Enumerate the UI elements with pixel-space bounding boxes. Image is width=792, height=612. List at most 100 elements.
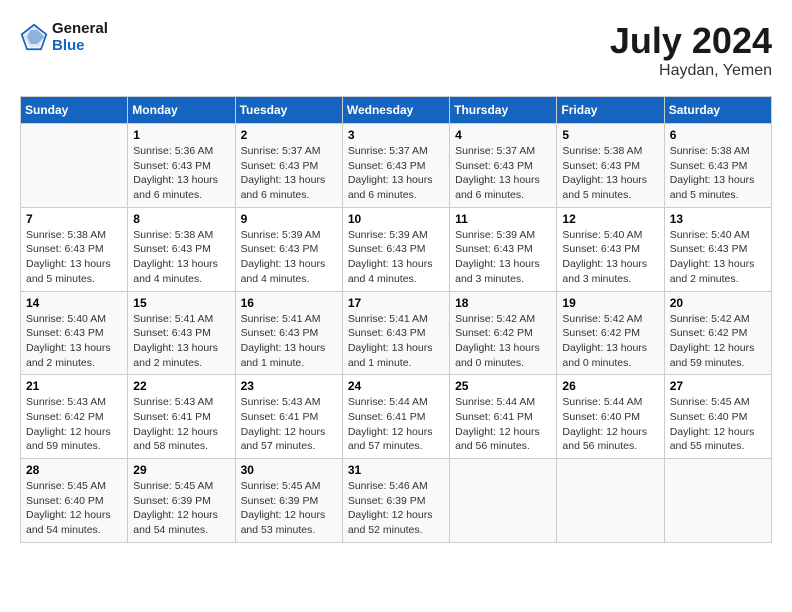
day-info: Sunrise: 5:40 AMSunset: 6:43 PMDaylight:…	[562, 228, 658, 287]
calendar-week-row: 1 Sunrise: 5:36 AMSunset: 6:43 PMDaylight…	[21, 124, 772, 208]
month-title: July 2024	[610, 20, 772, 62]
calendar-cell: 10 Sunrise: 5:39 AMSunset: 6:43 PMDayligh…	[342, 207, 449, 291]
calendar-cell: 12 Sunrise: 5:40 AMSunset: 6:43 PMDayligh…	[557, 207, 664, 291]
calendar-cell: 5 Sunrise: 5:38 AMSunset: 6:43 PMDaylight…	[557, 124, 664, 208]
day-number: 28	[26, 463, 122, 477]
calendar-cell: 24Sunrise: 5:44 AMSunset: 6:41 PMDayligh…	[342, 375, 449, 459]
day-number: 2	[241, 128, 337, 142]
calendar-cell: 22 Sunrise: 5:43 AMSunset: 6:41 PMDayligh…	[128, 375, 235, 459]
day-number: 26	[562, 379, 658, 393]
day-info: Sunrise: 5:39 AMSunset: 6:43 PMDaylight:…	[455, 228, 551, 287]
header-day-monday: Monday	[128, 97, 235, 124]
header-day-saturday: Saturday	[664, 97, 771, 124]
day-number: 8	[133, 212, 229, 226]
header-day-friday: Friday	[557, 97, 664, 124]
calendar-cell: 2 Sunrise: 5:37 AMSunset: 6:43 PMDaylight…	[235, 124, 342, 208]
day-number: 23	[241, 379, 337, 393]
day-info: Sunrise: 5:43 AMSunset: 6:41 PMDaylight:…	[133, 395, 229, 454]
day-info: Sunrise: 5:43 AMSunset: 6:42 PMDaylight:…	[26, 395, 122, 454]
calendar-cell: 21 Sunrise: 5:43 AMSunset: 6:42 PMDayligh…	[21, 375, 128, 459]
day-number: 20	[670, 296, 766, 310]
calendar-cell: 6Sunrise: 5:38 AMSunset: 6:43 PMDaylight…	[664, 124, 771, 208]
calendar-cell	[557, 459, 664, 543]
calendar-cell	[450, 459, 557, 543]
day-number: 7	[26, 212, 122, 226]
day-number: 15	[133, 296, 229, 310]
day-number: 18	[455, 296, 551, 310]
day-number: 5	[562, 128, 658, 142]
day-info: Sunrise: 5:38 AMSunset: 6:43 PMDaylight:…	[26, 228, 122, 287]
day-info: Sunrise: 5:45 AMSunset: 6:39 PMDaylight:…	[133, 479, 229, 538]
day-info: Sunrise: 5:39 AMSunset: 6:43 PMDaylight:…	[348, 228, 444, 287]
logo-icon	[20, 23, 48, 51]
calendar-cell: 1 Sunrise: 5:36 AMSunset: 6:43 PMDaylight…	[128, 124, 235, 208]
calendar-cell: 27 Sunrise: 5:45 AMSunset: 6:40 PMDayligh…	[664, 375, 771, 459]
calendar-cell: 29 Sunrise: 5:45 AMSunset: 6:39 PMDayligh…	[128, 459, 235, 543]
calendar-cell: 9 Sunrise: 5:39 AMSunset: 6:43 PMDaylight…	[235, 207, 342, 291]
day-info: Sunrise: 5:42 AMSunset: 6:42 PMDaylight:…	[562, 312, 658, 371]
day-info: Sunrise: 5:40 AMSunset: 6:43 PMDaylight:…	[670, 228, 766, 287]
calendar-cell: 17 Sunrise: 5:41 AMSunset: 6:43 PMDayligh…	[342, 291, 449, 375]
calendar-week-row: 7 Sunrise: 5:38 AMSunset: 6:43 PMDaylight…	[21, 207, 772, 291]
day-number: 3	[348, 128, 444, 142]
day-number: 19	[562, 296, 658, 310]
day-info: Sunrise: 5:38 AMSunset: 6:43 PMDaylight:…	[133, 228, 229, 287]
day-info: Sunrise: 5:44 AMSunset: 6:41 PMDaylight:…	[348, 395, 444, 454]
calendar-cell: 4Sunrise: 5:37 AMSunset: 6:43 PMDaylight…	[450, 124, 557, 208]
day-number: 17	[348, 296, 444, 310]
day-info: Sunrise: 5:45 AMSunset: 6:40 PMDaylight:…	[670, 395, 766, 454]
day-number: 21	[26, 379, 122, 393]
calendar-cell: 23Sunrise: 5:43 AMSunset: 6:41 PMDayligh…	[235, 375, 342, 459]
day-info: Sunrise: 5:45 AMSunset: 6:39 PMDaylight:…	[241, 479, 337, 538]
day-number: 31	[348, 463, 444, 477]
day-info: Sunrise: 5:37 AMSunset: 6:43 PMDaylight:…	[348, 144, 444, 203]
calendar-cell: 25Sunrise: 5:44 AMSunset: 6:41 PMDayligh…	[450, 375, 557, 459]
calendar-header-row: SundayMondayTuesdayWednesdayThursdayFrid…	[21, 97, 772, 124]
day-info: Sunrise: 5:38 AMSunset: 6:43 PMDaylight:…	[562, 144, 658, 203]
calendar-cell	[21, 124, 128, 208]
location-title: Haydan, Yemen	[610, 62, 772, 80]
day-number: 11	[455, 212, 551, 226]
day-number: 12	[562, 212, 658, 226]
day-info: Sunrise: 5:41 AMSunset: 6:43 PMDaylight:…	[348, 312, 444, 371]
calendar-cell: 15 Sunrise: 5:41 AMSunset: 6:43 PMDayligh…	[128, 291, 235, 375]
title-block: July 2024 Haydan, Yemen	[610, 20, 772, 80]
header-day-tuesday: Tuesday	[235, 97, 342, 124]
day-info: Sunrise: 5:46 AMSunset: 6:39 PMDaylight:…	[348, 479, 444, 538]
calendar-table: SundayMondayTuesdayWednesdayThursdayFrid…	[20, 96, 772, 543]
calendar-cell: 30 Sunrise: 5:45 AMSunset: 6:39 PMDayligh…	[235, 459, 342, 543]
day-info: Sunrise: 5:39 AMSunset: 6:43 PMDaylight:…	[241, 228, 337, 287]
calendar-cell	[664, 459, 771, 543]
day-number: 9	[241, 212, 337, 226]
calendar-cell: 8 Sunrise: 5:38 AMSunset: 6:43 PMDaylight…	[128, 207, 235, 291]
logo-text: General Blue	[52, 20, 108, 54]
day-info: Sunrise: 5:40 AMSunset: 6:43 PMDaylight:…	[26, 312, 122, 371]
day-info: Sunrise: 5:42 AMSunset: 6:42 PMDaylight:…	[455, 312, 551, 371]
calendar-cell: 7 Sunrise: 5:38 AMSunset: 6:43 PMDaylight…	[21, 207, 128, 291]
day-info: Sunrise: 5:36 AMSunset: 6:43 PMDaylight:…	[133, 144, 229, 203]
calendar-cell: 19 Sunrise: 5:42 AMSunset: 6:42 PMDayligh…	[557, 291, 664, 375]
header-day-sunday: Sunday	[21, 97, 128, 124]
day-info: Sunrise: 5:42 AMSunset: 6:42 PMDaylight:…	[670, 312, 766, 371]
calendar-cell: 18 Sunrise: 5:42 AMSunset: 6:42 PMDayligh…	[450, 291, 557, 375]
calendar-week-row: 28 Sunrise: 5:45 AMSunset: 6:40 PMDayligh…	[21, 459, 772, 543]
day-number: 10	[348, 212, 444, 226]
day-number: 29	[133, 463, 229, 477]
calendar-body: 1 Sunrise: 5:36 AMSunset: 6:43 PMDaylight…	[21, 124, 772, 543]
day-info: Sunrise: 5:41 AMSunset: 6:43 PMDaylight:…	[241, 312, 337, 371]
page-header: General Blue July 2024 Haydan, Yemen	[20, 20, 772, 80]
header-day-thursday: Thursday	[450, 97, 557, 124]
day-number: 6	[670, 128, 766, 142]
day-number: 27	[670, 379, 766, 393]
day-info: Sunrise: 5:37 AMSunset: 6:43 PMDaylight:…	[241, 144, 337, 203]
day-number: 16	[241, 296, 337, 310]
calendar-cell: 13 Sunrise: 5:40 AMSunset: 6:43 PMDayligh…	[664, 207, 771, 291]
day-number: 30	[241, 463, 337, 477]
day-info: Sunrise: 5:45 AMSunset: 6:40 PMDaylight:…	[26, 479, 122, 538]
day-info: Sunrise: 5:41 AMSunset: 6:43 PMDaylight:…	[133, 312, 229, 371]
day-number: 1	[133, 128, 229, 142]
day-number: 22	[133, 379, 229, 393]
header-day-wednesday: Wednesday	[342, 97, 449, 124]
day-info: Sunrise: 5:44 AMSunset: 6:40 PMDaylight:…	[562, 395, 658, 454]
day-number: 13	[670, 212, 766, 226]
